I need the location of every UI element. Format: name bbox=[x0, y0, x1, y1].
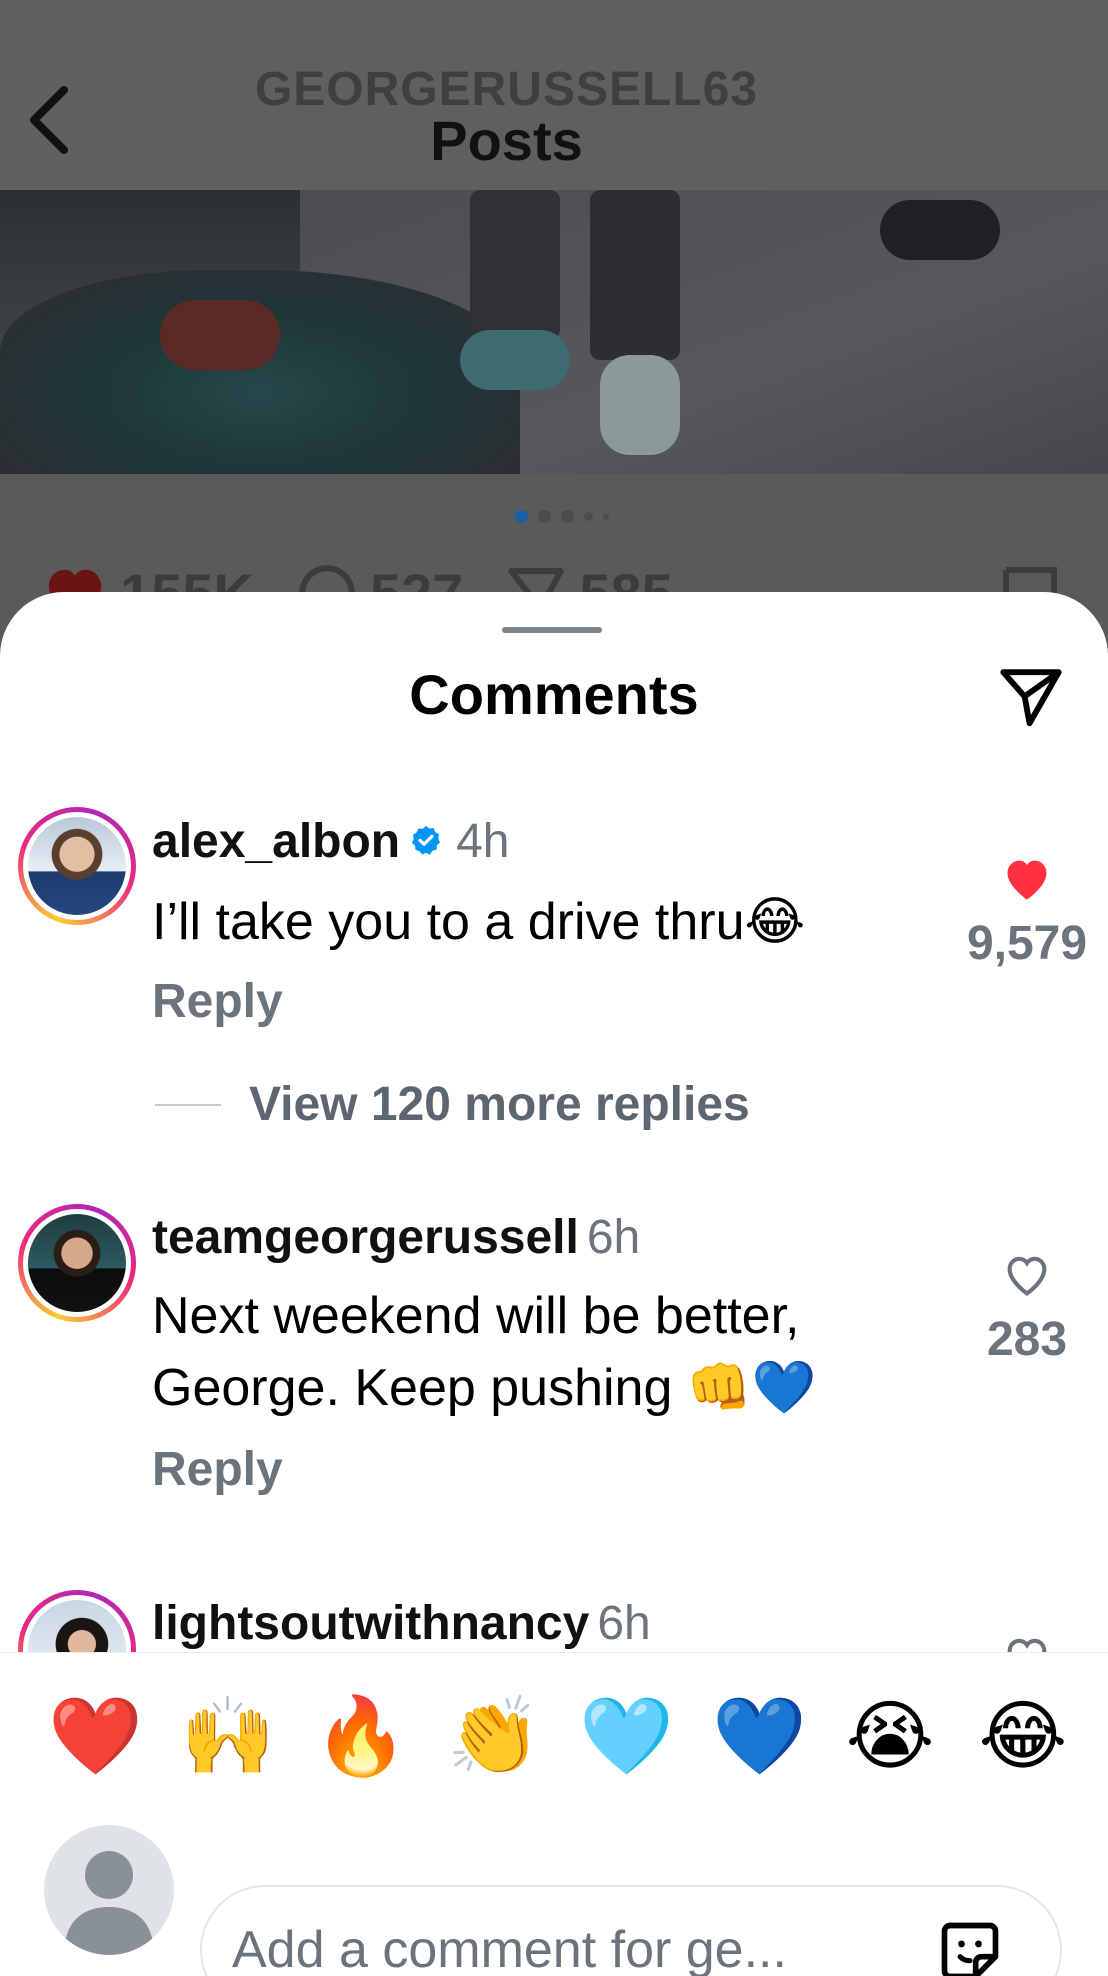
reaction-blue-heart[interactable]: 💙 bbox=[712, 1691, 807, 1781]
comments-sheet: Comments alex_albon 4h I’ll take you to a… bbox=[0, 592, 1108, 1976]
reaction-raised-hands[interactable]: 🙌 bbox=[181, 1691, 276, 1781]
comment-time: 4h bbox=[456, 815, 510, 868]
reaction-fire[interactable]: 🔥 bbox=[314, 1691, 409, 1781]
comment-time: 6h bbox=[586, 1211, 641, 1264]
comment-input[interactable] bbox=[232, 1887, 932, 1976]
comment-header: lightsoutwithnancy 6h bbox=[152, 1596, 651, 1651]
comment-header: alex_albon 4h bbox=[152, 814, 510, 869]
sticker-icon[interactable] bbox=[936, 1917, 1004, 1976]
verified-badge-icon bbox=[412, 826, 441, 855]
comment-username[interactable]: teamgeorgerussell bbox=[152, 1211, 579, 1264]
carousel-dot-active bbox=[515, 510, 528, 523]
reply-button[interactable]: Reply bbox=[152, 1442, 283, 1497]
carousel-dot bbox=[603, 513, 609, 520]
reply-button[interactable]: Reply bbox=[152, 974, 283, 1029]
carousel-dot bbox=[538, 510, 551, 523]
avatar[interactable] bbox=[18, 807, 136, 925]
heart-filled-icon[interactable] bbox=[1001, 854, 1053, 902]
comment-text: I’ll take you to a drive thru😂 bbox=[152, 893, 806, 951]
comment-header: teamgeorgerussell 6h bbox=[152, 1210, 640, 1265]
post-header: GEORGERUSSELL63 Posts bbox=[0, 0, 1108, 190]
comment-like-count: 283 bbox=[986, 1313, 1068, 1366]
carousel-dots bbox=[515, 510, 609, 523]
reaction-heart[interactable]: ❤️ bbox=[48, 1691, 143, 1781]
composer-area: ❤️ 🙌 🔥 👏 🩵 💙 😭 😂 bbox=[0, 1652, 1108, 1976]
avatar[interactable] bbox=[18, 1204, 136, 1322]
comment-field[interactable] bbox=[200, 1885, 1062, 1976]
comment-like-count: 9,579 bbox=[966, 917, 1088, 970]
comment-text: Next weekend will be better, George. Kee… bbox=[152, 1287, 817, 1417]
reaction-laughing[interactable]: 😂 bbox=[978, 1691, 1068, 1781]
divider bbox=[155, 1103, 221, 1106]
avatar[interactable] bbox=[18, 1590, 136, 1652]
comment-like[interactable]: 9,579 bbox=[952, 854, 1102, 971]
comment-like[interactable]: 283 bbox=[952, 1250, 1102, 1367]
header-title: Posts bbox=[430, 109, 583, 172]
comment-username[interactable]: lightsoutwithnancy bbox=[152, 1597, 589, 1650]
carousel-dot bbox=[584, 512, 593, 521]
carousel-dot bbox=[561, 510, 574, 523]
post-image bbox=[0, 190, 1108, 474]
comment-like[interactable] bbox=[952, 1632, 1102, 1652]
reaction-clap[interactable]: 👏 bbox=[447, 1691, 542, 1781]
reaction-crying[interactable]: 😭 bbox=[845, 1691, 935, 1781]
heart-outline-icon[interactable] bbox=[1001, 1632, 1053, 1652]
quick-reactions: ❤️ 🙌 🔥 👏 🩵 💙 😭 😂 bbox=[48, 1691, 1068, 1781]
comments-list: alex_albon 4h I’ll take you to a drive th… bbox=[0, 592, 1108, 1652]
reaction-light-blue-heart[interactable]: 🩵 bbox=[579, 1691, 674, 1781]
heart-outline-icon[interactable] bbox=[1001, 1250, 1053, 1298]
comment-time: 6h bbox=[597, 1597, 651, 1650]
default-avatar-icon bbox=[44, 1825, 174, 1955]
view-more-replies-label[interactable]: View 120 more replies bbox=[249, 1077, 750, 1132]
view-more-replies[interactable]: View 120 more replies bbox=[155, 1077, 750, 1132]
comment-username[interactable]: alex_albon bbox=[152, 815, 400, 868]
